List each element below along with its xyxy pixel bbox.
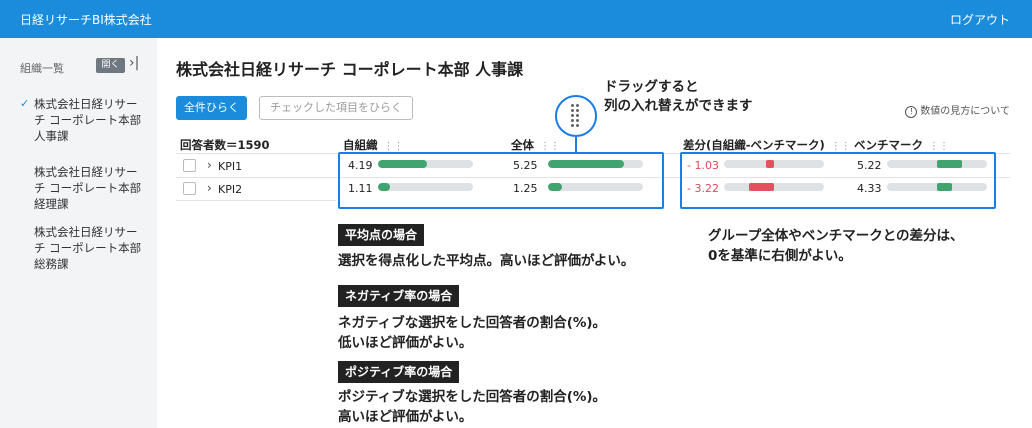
diff-annotation-line: 0を基準に右側がよい。 (708, 248, 852, 264)
positive-tag: ポジティブ率の場合 (338, 361, 460, 383)
row-divider (176, 200, 336, 201)
respondent-count: 回答者数＝1590 (180, 138, 270, 152)
help-label: 数値の見方について (920, 106, 1010, 117)
drag-annotation-line: 列の入れ替えができます (604, 98, 753, 114)
negative-description-line: 低いほど評価がよい。 (338, 335, 473, 351)
row-name: KPI2 (218, 183, 243, 196)
negative-description: ネガティブな選択をした回答者の割合(%)。 低いほど評価がよい。 (338, 313, 606, 353)
average-tag: 平均点の場合 (338, 224, 425, 246)
chevron-right-icon[interactable]: › (207, 158, 212, 172)
sidebar-item-label: 株式会社日経リサーチ コーポレート本部 人事課 (34, 97, 142, 143)
column-label: 差分(自組織-ベンチマーク) (683, 138, 825, 152)
help-link[interactable]: ! 数値の見方について (905, 102, 1010, 118)
negative-tag: ネガティブ率の場合 (338, 285, 460, 307)
positive-description-line: 高いほど評価がよい。 (338, 409, 473, 425)
drag-connector (575, 137, 577, 152)
chevron-right-icon[interactable]: › (207, 181, 212, 195)
drag-grip-icon[interactable]: ⋮⋮ (831, 141, 851, 152)
column-header-all[interactable]: 全体 ⋮⋮ (511, 137, 560, 153)
collapse-icon[interactable]: ›| (129, 55, 139, 71)
score-highlight-box (338, 152, 664, 209)
positive-description-line: ポジティブな選択をした回答者の割合(%)。 (338, 389, 607, 405)
row-name: KPI1 (218, 160, 243, 173)
column-header-own[interactable]: 自組織 ⋮⋮ (343, 137, 404, 153)
diff-annotation-line: グループ全体やベンチマークとの差分は、 (708, 228, 964, 244)
sidebar-title: 組織一覧 (20, 62, 64, 75)
row-checkbox[interactable] (183, 182, 196, 195)
logout-link[interactable]: ログアウト (950, 11, 1010, 28)
sidebar-item-label: 株式会社日経リサーチ コーポレート本部 総務課 (34, 225, 142, 271)
sidebar-item-label: 株式会社日経リサーチ コーポレート本部 経理課 (34, 165, 142, 211)
sidebar: 組織一覧 開く ›| ✓ 株式会社日経リサーチ コーポレート本部 人事課 株式会… (0, 38, 157, 428)
column-header-benchmark[interactable]: ベンチマーク ⋮⋮ (854, 137, 949, 153)
diff-annotation: グループ全体やベンチマークとの差分は、 0を基準に右側がよい。 (708, 226, 964, 266)
drag-grip-icon[interactable]: ⋮⋮ (929, 141, 949, 152)
column-label: 自組織 (343, 138, 378, 152)
column-label: 全体 (511, 138, 534, 152)
info-icon: ! (905, 106, 918, 118)
drag-annotation: ドラッグすると 列の入れ替えができます (604, 78, 753, 116)
drag-grip-icon[interactable]: ⋮⋮ (384, 141, 404, 152)
top-bar: 日経リサーチBI株式会社 ログアウト (0, 0, 1032, 38)
sidebar-open-button[interactable]: 開く (96, 58, 125, 73)
drag-handle-icon[interactable] (555, 95, 597, 137)
positive-description: ポジティブな選択をした回答者の割合(%)。 高いほど評価がよい。 (338, 387, 606, 427)
negative-description-line: ネガティブな選択をした回答者の割合(%)。 (338, 315, 607, 331)
page-title: 株式会社日経リサーチ コーポレート本部 人事課 (176, 60, 524, 79)
average-description: 選択を得点化した平均点。高いほど評価がよい。 (338, 253, 635, 269)
drag-grip-icon[interactable]: ⋮⋮ (540, 141, 560, 152)
expand-all-button[interactable]: 全件ひらく (176, 96, 247, 120)
brand-name: 日経リサーチBI株式会社 (20, 13, 152, 27)
column-label: ベンチマーク (854, 138, 923, 152)
check-icon: ✓ (20, 97, 30, 110)
drag-annotation-line: ドラッグすると (604, 79, 699, 95)
row-checkbox[interactable] (183, 159, 196, 172)
column-header-diff[interactable]: 差分(自組織-ベンチマーク) ⋮⋮ (683, 137, 851, 153)
expand-checked-button[interactable]: チェックした項目をひらく (259, 96, 413, 120)
diff-highlight-box (680, 152, 996, 209)
